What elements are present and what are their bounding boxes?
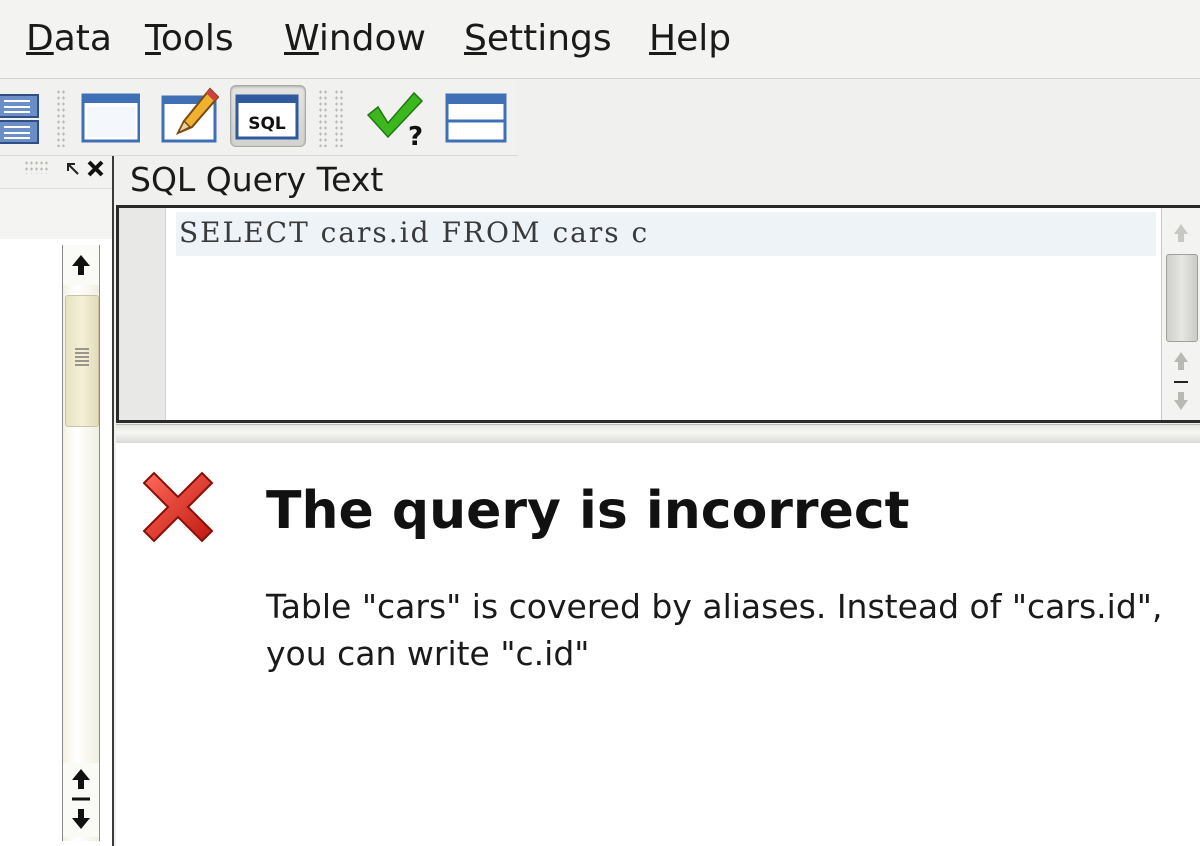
toolbar-grip[interactable]: [56, 89, 66, 147]
scroll-stepper-buttons[interactable]: [63, 763, 99, 837]
arrow-up-down-icon: [72, 769, 90, 829]
menu-bar: Data Tools Window Settings Help: [0, 0, 1200, 79]
menu-data[interactable]: Data: [26, 18, 112, 59]
panel-layout-button[interactable]: [444, 85, 507, 145]
scroll-up-icon[interactable]: [1162, 210, 1200, 254]
scroll-up-down-icon[interactable]: [1162, 346, 1200, 416]
editor-scrollbar[interactable]: [1161, 208, 1200, 420]
menu-tools-label: Tools: [145, 18, 234, 59]
edit-button[interactable]: [160, 85, 220, 145]
menu-window-label: Window: [284, 18, 426, 59]
edit-pencil-icon: [161, 87, 220, 143]
toolbar-grip-2[interactable]: [318, 89, 328, 147]
result-message: Table "cars" is covered by aliases. Inst…: [266, 587, 1163, 673]
sql-query-text[interactable]: SELECT cars.id FROM cars c: [179, 216, 649, 249]
result-title: The query is incorrect: [266, 481, 910, 541]
menu-settings[interactable]: Settings: [464, 18, 612, 59]
menu-tools[interactable]: Tools: [145, 18, 234, 59]
panel-splitter[interactable]: [116, 424, 1200, 444]
dock-title-bar: [0, 156, 112, 188]
dock-header: [0, 188, 112, 240]
dock-grip[interactable]: [24, 160, 50, 174]
check-query-icon: ?: [366, 91, 423, 152]
left-scrollbar[interactable]: [62, 245, 100, 841]
toolbar-grip-3[interactable]: [334, 89, 344, 147]
menu-data-label: Data: [26, 18, 112, 59]
window-button[interactable]: [80, 85, 141, 145]
menu-settings-label: Settings: [464, 18, 612, 59]
float-icon[interactable]: [64, 160, 84, 180]
sql-panel-title: SQL Query Text: [130, 160, 384, 199]
editor-scroll-thumb[interactable]: [1166, 254, 1198, 342]
scroll-up-button[interactable]: [63, 245, 99, 285]
grip-lines-icon: [75, 348, 89, 366]
menu-help[interactable]: Help: [649, 18, 731, 59]
sql-button[interactable]: SQL: [230, 85, 306, 147]
check-query-button[interactable]: ?: [362, 85, 423, 152]
menu-help-label: Help: [649, 18, 732, 59]
sql-icon: SQL: [235, 94, 299, 140]
scroll-thumb[interactable]: [65, 295, 99, 427]
editor-gutter: [119, 208, 166, 420]
error-x-icon: [142, 471, 214, 543]
table-list-icon: [0, 94, 39, 144]
check-query-label: ?: [408, 122, 423, 145]
sql-icon-label: SQL: [248, 114, 286, 134]
close-icon[interactable]: [86, 159, 106, 179]
toolbar: SQL ?: [0, 79, 518, 156]
menu-window[interactable]: Window: [284, 18, 426, 59]
sql-editor[interactable]: SELECT cars.id FROM cars c: [116, 205, 1200, 423]
window-icon: [81, 93, 141, 143]
panel-layout-icon: [445, 93, 507, 143]
arrow-up-icon: [72, 255, 90, 275]
table-list-button[interactable]: [0, 85, 40, 145]
result-panel: The query is incorrect Table "cars" is c…: [116, 443, 1200, 846]
